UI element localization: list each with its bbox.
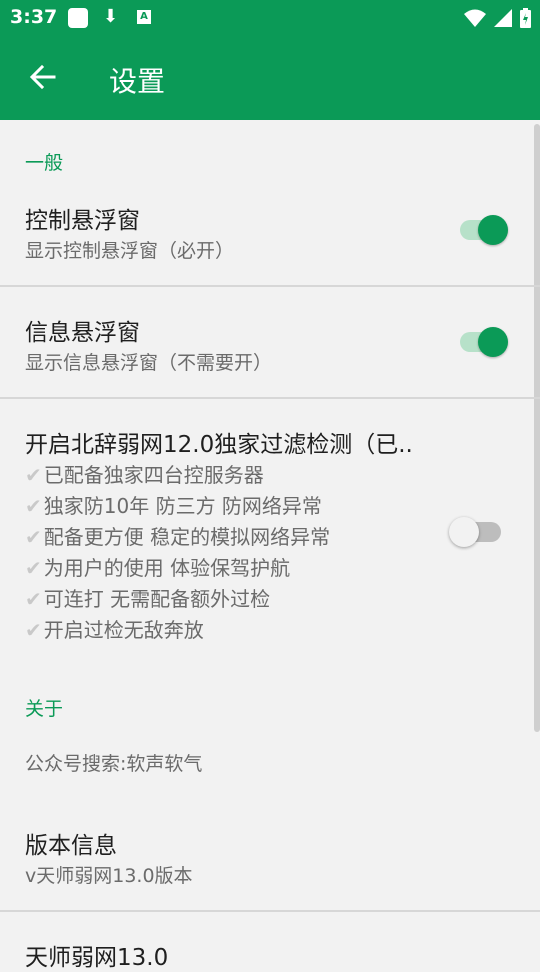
pref-title: 版本信息	[25, 833, 117, 859]
wechat-search-text[interactable]: 公众号搜索:软声软气	[25, 749, 202, 776]
check-icon: ✔	[25, 463, 42, 487]
feature-line: ✔ 配备更方便 稳定的模拟网络异常	[25, 525, 331, 549]
feature-line: ✔ 已配备独家四台控服务器	[25, 463, 264, 487]
toggle-switch-control-float[interactable]	[456, 213, 512, 245]
toggle-switch-filter[interactable]	[449, 515, 505, 547]
divider	[0, 285, 540, 287]
pref-subtitle: 显示控制悬浮窗（必开）	[25, 240, 235, 262]
section-header-about: 关于	[25, 698, 64, 720]
page-title: 设置	[109, 65, 166, 98]
app-toolbar: 设置	[0, 36, 540, 120]
pref-title: 信息悬浮窗	[25, 320, 140, 346]
pref-title-next[interactable]: 天师弱网13.0	[25, 938, 168, 972]
pref-subtitle: 显示信息悬浮窗（不需要开）	[25, 352, 273, 374]
toggle-switch-info-float[interactable]	[456, 325, 512, 357]
status-bar: 3:37 ⬇ A	[0, 0, 540, 36]
feature-line: ✔ 独家防10年 防三方 防网络异常	[25, 494, 322, 518]
check-icon: ✔	[25, 587, 42, 611]
feature-line: ✔ 为用户的使用 体验保驾护航	[25, 556, 291, 580]
check-icon: ✔	[25, 525, 42, 549]
pref-title: 控制悬浮窗	[25, 208, 140, 234]
check-icon: ✔	[25, 556, 42, 580]
check-icon: ✔	[25, 618, 42, 642]
pref-title: 开启北辞弱网12.0独家过滤检测（已..	[25, 432, 413, 458]
wifi-icon	[464, 9, 486, 27]
scrollbar[interactable]	[534, 124, 540, 732]
feature-line: ✔ 可连打 无需配备额外过检	[25, 587, 271, 611]
app-icon	[68, 8, 88, 28]
arrow-left-icon[interactable]	[28, 63, 56, 91]
battery-icon	[520, 8, 531, 28]
divider	[0, 397, 540, 399]
switch-thumb	[478, 327, 508, 357]
status-right-icons	[464, 8, 531, 28]
switch-thumb	[449, 517, 479, 547]
signal-icon	[494, 9, 512, 27]
download-icon: ⬇	[103, 6, 119, 27]
feature-line: ✔ 开启过检无敌奔放	[25, 618, 204, 642]
divider	[0, 910, 540, 912]
check-icon: ✔	[25, 494, 42, 518]
a-icon: A	[137, 10, 151, 24]
switch-thumb	[478, 215, 508, 245]
section-header-general: 一般	[25, 152, 64, 174]
pref-subtitle: v天师弱网13.0版本	[25, 865, 193, 887]
status-time: 3:37	[10, 6, 58, 28]
